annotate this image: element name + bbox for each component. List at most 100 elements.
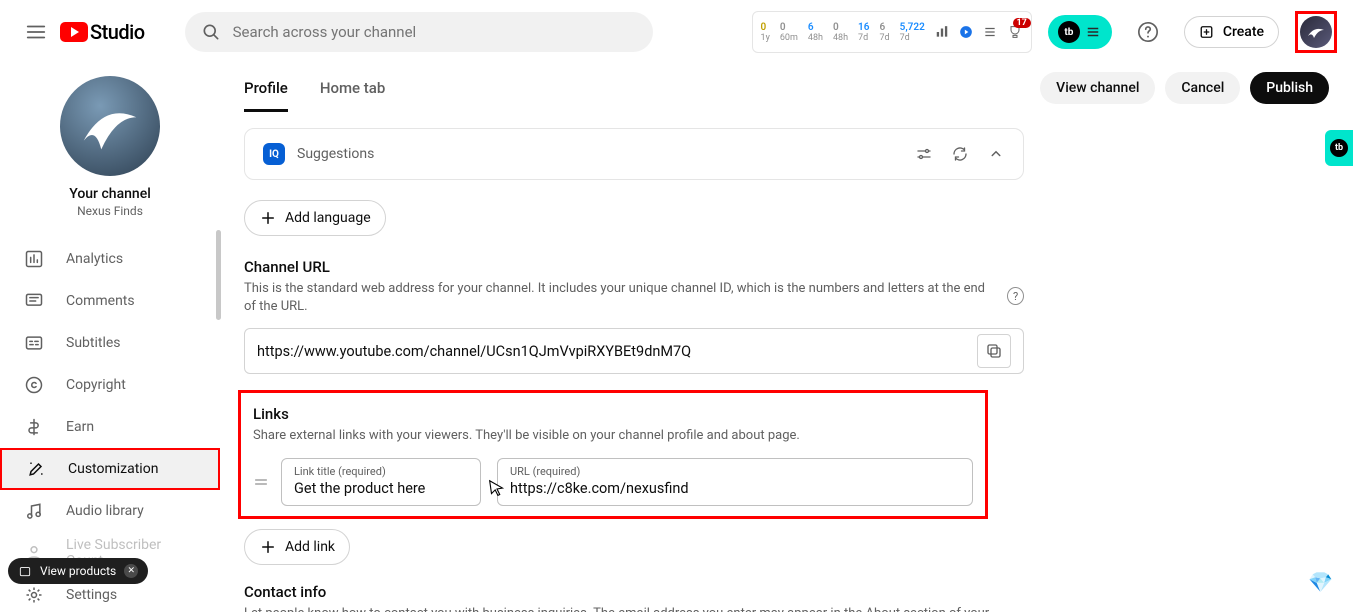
channel-name: Nexus Finds [0, 204, 220, 218]
tubebuddy-icon: tb [1058, 21, 1080, 43]
page-actions: View channel Cancel Publish [1040, 72, 1329, 104]
refresh-icon[interactable] [951, 145, 969, 163]
stat-value: 0 [833, 22, 848, 33]
link-url-input[interactable]: URL (required) [497, 458, 973, 506]
youtube-studio-logo[interactable]: Studio [60, 20, 145, 44]
extension-icon-group: 17 [935, 24, 1023, 40]
box-icon [18, 564, 32, 578]
youtube-icon [60, 22, 88, 42]
audio-library-icon [24, 501, 44, 521]
suggestions-bar[interactable]: IQ Suggestions [244, 128, 1024, 180]
stat-sub: 7d [879, 33, 889, 43]
account-avatar-highlighted[interactable] [1295, 11, 1337, 53]
tab-profile[interactable]: Profile [244, 79, 288, 112]
tabs: Profile Home tab [244, 64, 385, 112]
contact-info-section: Contact info Let people know how to cont… [244, 583, 1024, 612]
hamburger-button[interactable] [16, 12, 56, 52]
nav-copyright[interactable]: Copyright [0, 364, 220, 406]
contact-title: Contact info [244, 583, 1024, 601]
tubebuddy-pill[interactable]: tb [1048, 15, 1112, 49]
avatar [1300, 16, 1332, 48]
app-header: Studio 01y 060m 648h 048h 167d 67d 5,722… [0, 0, 1353, 64]
subtitles-icon [24, 333, 44, 353]
main-area: Profile Home tab View channel Cancel Pub… [220, 64, 1353, 612]
your-channel-label: Your channel [0, 186, 220, 202]
search-input[interactable] [233, 23, 637, 41]
nav-label: Earn [66, 419, 94, 435]
nav-label: Analytics [66, 251, 123, 267]
add-language-button[interactable]: Add language [244, 200, 386, 236]
publish-button[interactable]: Publish [1250, 72, 1329, 104]
nav-audio-library[interactable]: Audio library [0, 490, 220, 532]
view-products-pill[interactable]: View products ✕ [8, 558, 148, 584]
link-title-input[interactable]: Link title (required) [281, 458, 481, 506]
channel-info: Your channel Nexus Finds [0, 64, 220, 238]
sliders-icon[interactable] [915, 145, 933, 163]
stat-sub: 7d [900, 33, 925, 43]
search-bar[interactable] [185, 12, 653, 52]
tab-home[interactable]: Home tab [320, 79, 386, 112]
nav-label: Audio library [66, 503, 144, 519]
links-desc: Share external links with your viewers. … [253, 427, 973, 445]
stat-value: 16 [858, 22, 869, 33]
channel-url-section: Channel URL This is the standard web add… [244, 258, 1024, 374]
copyright-icon [24, 375, 44, 395]
nav-label: Comments [66, 293, 135, 309]
channel-url-field: https://www.youtube.com/channel/UCsn1QJm… [244, 328, 1024, 374]
contact-desc: Let people know how to contact you with … [244, 605, 1024, 612]
add-language-label: Add language [285, 210, 371, 226]
cancel-button[interactable]: Cancel [1165, 72, 1240, 104]
logo-text: Studio [90, 20, 145, 44]
help-icon[interactable]: ? [1007, 287, 1024, 305]
stat-value: 6 [808, 22, 823, 33]
list-icon[interactable] [983, 25, 997, 39]
link-title-field[interactable] [294, 480, 468, 497]
extension-stats-box[interactable]: 01y 060m 648h 048h 167d 67d 5,7227d 17 [752, 11, 1032, 53]
comments-icon [24, 291, 44, 311]
nav-analytics[interactable]: Analytics [0, 238, 220, 280]
earn-icon [24, 417, 44, 437]
header-actions: Create [1128, 11, 1337, 53]
gear-icon [24, 585, 44, 605]
nav-comments[interactable]: Comments [0, 280, 220, 322]
play-circle-icon[interactable] [959, 25, 973, 39]
help-icon [1137, 21, 1159, 43]
nav-label: Customization [68, 461, 158, 477]
plus-icon [259, 209, 277, 227]
chevron-up-icon[interactable] [987, 145, 1005, 163]
link-url-field[interactable] [510, 480, 960, 497]
help-button[interactable] [1128, 12, 1168, 52]
link-title-label: Link title (required) [294, 465, 468, 478]
suggestions-actions [915, 145, 1005, 163]
diamond-icon[interactable]: 💎 [1308, 570, 1333, 594]
nav-label: Copyright [66, 377, 126, 393]
sidebar: Your channel Nexus Finds Analytics Comme… [0, 64, 220, 612]
copy-url-button[interactable] [977, 334, 1011, 368]
avatar-swoosh-icon [1304, 20, 1328, 44]
extension-notification-icon[interactable]: 17 [1007, 24, 1023, 40]
tabs-and-actions-row: Profile Home tab View channel Cancel Pub… [220, 64, 1353, 112]
chart-icon[interactable] [935, 25, 949, 39]
stat-value: 0 [761, 22, 770, 33]
create-icon [1199, 23, 1217, 41]
extension-side-tab[interactable]: tb [1325, 130, 1353, 166]
tubebuddy-icon: tb [1330, 139, 1348, 157]
notification-badge: 17 [1013, 18, 1031, 28]
nav-customization[interactable]: Customization [0, 448, 220, 490]
link-url-label: URL (required) [510, 465, 960, 478]
channel-url-value[interactable]: https://www.youtube.com/channel/UCsn1QJm… [257, 343, 977, 360]
add-link-button[interactable]: Add link [244, 529, 350, 565]
stat-sub: 48h [833, 33, 848, 43]
plus-icon [259, 538, 277, 556]
channel-avatar[interactable] [60, 76, 160, 176]
create-button[interactable]: Create [1184, 16, 1279, 48]
links-title: Links [253, 405, 973, 423]
suggestions-icon: IQ [263, 143, 285, 165]
view-channel-button[interactable]: View channel [1040, 72, 1155, 104]
nav-earn[interactable]: Earn [0, 406, 220, 448]
close-icon[interactable]: ✕ [124, 564, 138, 578]
drag-handle-icon[interactable] [253, 474, 269, 490]
content: IQ Suggestions Add language Channel URL … [220, 128, 1353, 612]
view-products-label: View products [40, 564, 116, 578]
nav-subtitles[interactable]: Subtitles [0, 322, 220, 364]
